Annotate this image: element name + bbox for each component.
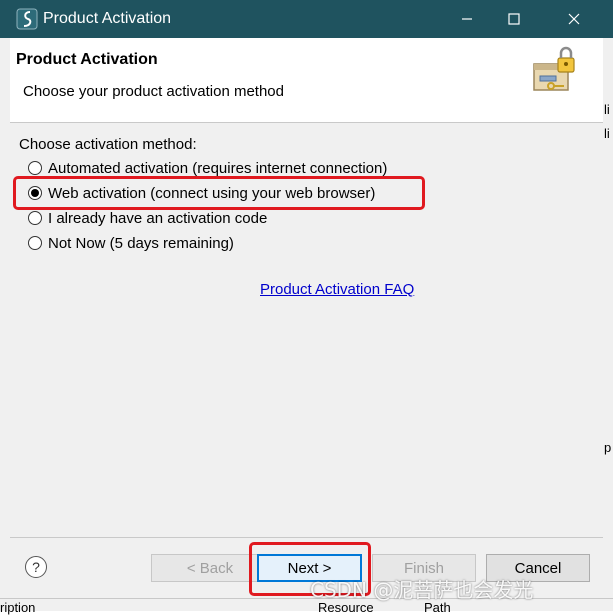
- web-activation-highlight: [13, 176, 425, 210]
- background-app-right-strip: [603, 38, 613, 610]
- dialog-header: Product Activation Choose your product a…: [10, 38, 603, 123]
- help-icon[interactable]: ?: [25, 556, 47, 578]
- radio-activation-code[interactable]: I already have an activation code: [28, 207, 267, 229]
- minimize-icon[interactable]: [444, 0, 490, 38]
- background-fragment: li: [604, 126, 610, 141]
- window-title: Product Activation: [43, 10, 172, 27]
- watermark: CSDN @泥菩萨也会发光: [310, 578, 534, 602]
- header-subtitle: Choose your product activation method: [23, 83, 284, 100]
- app-logo-icon: [16, 8, 38, 30]
- close-icon[interactable]: [551, 0, 597, 38]
- footer-separator: [10, 537, 603, 538]
- radio-label: Automated activation (requires internet …: [48, 159, 388, 177]
- product-activation-faq-link[interactable]: Product Activation FAQ: [260, 281, 414, 298]
- background-fragment: p: [604, 440, 612, 455]
- radio-button[interactable]: [28, 161, 42, 175]
- lock-key-box-icon: [533, 46, 575, 91]
- title-bar: Product Activation: [0, 0, 613, 38]
- activation-method-label: Choose activation method:: [19, 136, 197, 153]
- radio-not-now[interactable]: Not Now (5 days remaining): [28, 232, 234, 254]
- header-title: Product Activation: [16, 51, 158, 68]
- maximize-icon[interactable]: [491, 0, 537, 38]
- product-activation-dialog: Product Activation Choose your product a…: [0, 0, 603, 598]
- radio-button[interactable]: [28, 236, 42, 250]
- radio-label: Not Now (5 days remaining): [48, 234, 234, 252]
- background-fragment: li: [604, 102, 610, 117]
- radio-button[interactable]: [28, 211, 42, 225]
- radio-label: I already have an activation code: [48, 209, 268, 227]
- background-column-header: ription: [0, 600, 36, 615]
